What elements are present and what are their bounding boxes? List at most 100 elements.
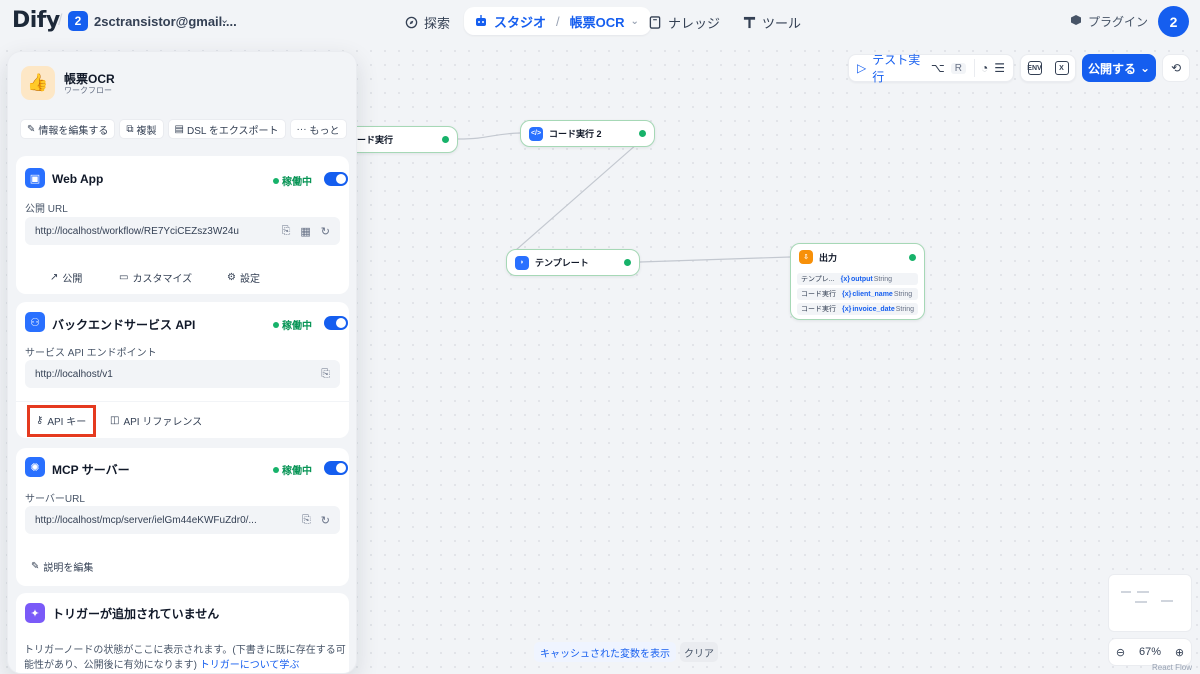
learn-triggers-link[interactable]: トリガーについて学ぶ [200, 660, 300, 671]
zoom-control: ⊖ 67% ⊕ [1108, 638, 1192, 666]
file-icon: ▤ [174, 123, 184, 135]
clipboard-icon[interactable]: ⎘ [282, 225, 291, 238]
plugins-button[interactable]: プラグイン [1070, 13, 1148, 30]
env-var-toolbar: ENV X [1020, 54, 1076, 82]
publish-button[interactable]: 公開する ⌄ [1082, 54, 1156, 82]
edit-description-link[interactable]: ✎ 説明を編集 [31, 559, 93, 574]
node-code-2[interactable]: </> コード実行 2 [520, 120, 655, 147]
settings-link[interactable]: ⚙ 設定 [227, 270, 260, 285]
node-code-1[interactable]: ード実行 [346, 126, 458, 153]
breadcrumb-separator: / [556, 13, 560, 29]
react-flow-attribution[interactable]: React Flow [1152, 663, 1192, 672]
pencil-icon: ✎ [27, 123, 36, 135]
more-button[interactable]: ··· もっと [289, 119, 347, 139]
history-button[interactable]: ⟲ [1162, 54, 1190, 82]
shortcut-key: ⌥ [930, 61, 945, 75]
webapp-card: ▣ Web App 稼働中 公開 URL http://localhost/wo… [16, 156, 349, 294]
book-open-icon: ◫ [110, 415, 120, 426]
field-label: サーバーURL [25, 494, 85, 505]
card-title: Web App [52, 172, 104, 186]
robot-icon [474, 14, 488, 28]
chevron-down-icon[interactable]: ⌄ [220, 13, 229, 26]
export-dsl-button[interactable]: ▤ DSL をエクスポート [167, 119, 286, 139]
clipboard-icon[interactable]: ⎘ [302, 514, 311, 527]
mcp-server-card: ✺ MCP サーバー 稼働中 サーバーURL http://localhost/… [16, 448, 349, 586]
node-output[interactable]: ⇩ 出力 テンプレ... {x} output String コード実行 {x} clie… [790, 243, 925, 320]
api-endpoint-field: http://localhost/v1 ⎘ [25, 360, 340, 388]
success-dot [442, 136, 449, 143]
nav-studio-label: スタジオ [494, 14, 547, 30]
code-icon: </> [529, 126, 543, 141]
webapp-toggle[interactable] [324, 172, 348, 186]
api-reference-link[interactable]: ◫ API リファレンス [110, 413, 202, 428]
field-label: サービス API エンドポイント [25, 348, 157, 359]
duplicate-button[interactable]: ⧉ 複製 [119, 119, 164, 139]
node-template[interactable]: ◗ テンプレート [506, 249, 640, 276]
clipboard-icon[interactable]: ⎘ [321, 368, 330, 381]
mcp-toggle[interactable] [324, 461, 348, 475]
window-icon: ▣ [25, 168, 45, 188]
clear-cache-button[interactable]: クリア [680, 642, 718, 662]
test-run-button[interactable]: ▷ テスト実行 ⌥ R ◔ ☰ [848, 53, 1014, 84]
nav-tools-label: ツール [762, 15, 802, 31]
hammer-icon [742, 15, 756, 29]
nav-knowledge[interactable]: ナレッジ [648, 8, 720, 36]
field-label: 公開 URL [25, 204, 68, 215]
app-type: ワークフロー [64, 86, 112, 95]
list-icon[interactable]: ☰ [994, 61, 1005, 75]
success-dot [624, 259, 631, 266]
app-actions: ✎ 情報を編集する ⧉ 複製 ▤ DSL をエクスポート ··· もっと [20, 119, 347, 139]
trigger-title: トリガーが追加されていません [52, 607, 220, 621]
refresh-icon[interactable]: ↻ [321, 514, 330, 527]
api-key-highlight [27, 405, 96, 437]
status-badge: 稼働中 [273, 462, 312, 477]
mcp-icon: ✺ [25, 457, 45, 477]
success-dot [909, 253, 916, 261]
zoom-in-icon[interactable]: ⊕ [1175, 646, 1184, 659]
zoom-out-icon[interactable]: ⊖ [1116, 646, 1125, 659]
node-title: コード実行 2 [549, 129, 602, 139]
nav-tools[interactable]: ツール [742, 8, 801, 36]
play-icon: ▷ [857, 61, 867, 75]
workspace-badge[interactable]: 2 [68, 11, 88, 31]
divider: / [58, 12, 63, 29]
zoom-level[interactable]: 67% [1139, 646, 1161, 658]
edit-info-button[interactable]: ✎ 情報を編集する [20, 119, 116, 139]
backend-api-toggle[interactable] [324, 316, 348, 330]
nav-studio[interactable]: スタジオ / 帳票OCR ⌄ [464, 7, 651, 35]
api-endpoint[interactable]: http://localhost/v1 [35, 369, 321, 380]
external-link-icon: ↗ [50, 272, 59, 283]
status-badge: 稼働中 [273, 173, 312, 188]
node-title: ード実行 [357, 135, 394, 145]
output-icon: ⇩ [799, 250, 813, 264]
output-variable-row: コード実行 {x} client_name String [797, 288, 918, 300]
show-cached-variables-button[interactable]: キャッシュされた変数を表示 [534, 642, 676, 662]
checklist-icon[interactable]: ◔ [981, 61, 988, 75]
qrcode-icon[interactable]: ▦ [300, 225, 310, 238]
trigger-icon: ✦ [25, 603, 45, 623]
nav-explore-label: 探索 [424, 15, 451, 31]
workspace-name[interactable]: 2sctransistor@gmail.... [94, 14, 237, 29]
minimap[interactable] [1108, 574, 1192, 632]
chevron-down-icon: ⌄ [1139, 61, 1151, 75]
mcp-url[interactable]: http://localhost/mcp/server/ielGm44eKWFu… [35, 515, 302, 526]
trigger-description: トリガーノードの状態がここに表示されます。(下書きに既に存在する可能性があり、公… [24, 645, 346, 671]
nav-explore[interactable]: 探索 [404, 8, 450, 36]
avatar[interactable]: 2 [1158, 6, 1189, 37]
more-icon: ··· [296, 123, 307, 135]
top-bar: Dify / 2 2sctransistor@gmail.... ⌄ 探索 スタ… [0, 0, 1200, 44]
chevron-down-icon[interactable]: ⌄ [631, 16, 639, 27]
publish-label: 公開する [1087, 61, 1136, 76]
plugins-label: プラグイン [1088, 15, 1149, 29]
book-icon [648, 15, 662, 29]
variable-icon[interactable]: X [1054, 61, 1069, 75]
breadcrumb-app-name[interactable]: 帳票OCR [570, 12, 625, 31]
public-url[interactable]: http://localhost/workflow/RE7YciCEZsz3W2… [35, 226, 282, 237]
customize-link[interactable]: ▭ カスタマイズ [119, 270, 192, 285]
dify-logo[interactable]: Dify [12, 8, 60, 33]
env-icon[interactable]: ENV [1027, 61, 1042, 75]
launch-link[interactable]: ↗ 公開 [50, 270, 82, 285]
refresh-icon[interactable]: ↻ [321, 225, 330, 238]
card-title: MCP サーバー [52, 463, 130, 477]
cube-icon [1070, 14, 1082, 29]
